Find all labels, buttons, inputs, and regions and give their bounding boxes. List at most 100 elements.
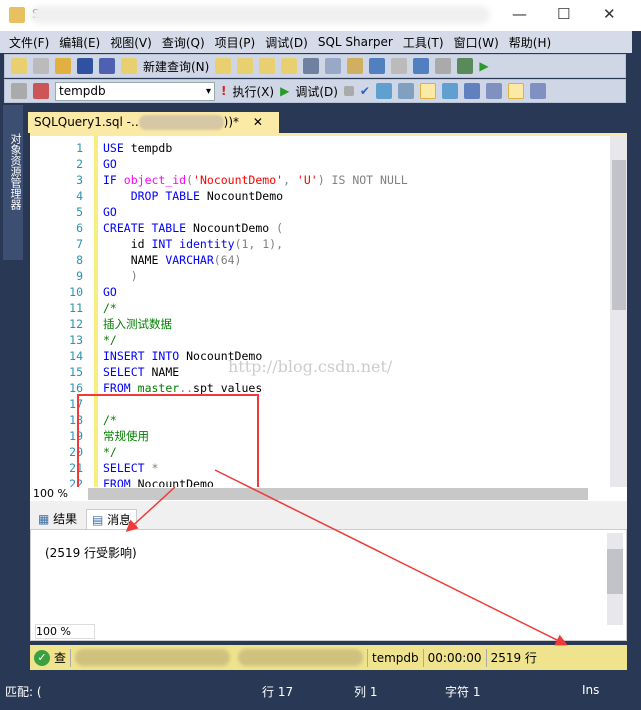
line-number: 21 [69,461,83,475]
line-number: 2 [76,157,83,171]
status-rows: 2519 行 [490,651,537,665]
save-icon[interactable] [77,58,93,74]
code-text: GO [103,284,117,300]
new-query-button[interactable]: 新建查询(N) [143,58,209,75]
close-button[interactable]: ✕ [603,5,616,23]
open-folder-icon[interactable] [55,58,71,74]
client-stats-icon[interactable] [463,83,480,99]
menu-edit[interactable]: 编辑(E) [59,34,100,51]
tab-title: SQLQuery1.sql -.. [34,115,139,129]
blurred-server [75,649,231,666]
menu-debug[interactable]: 调试(D) [265,34,308,51]
object-explorer-tab[interactable]: 对象资源管理器 [3,105,23,260]
code-token: object_id [123,173,187,187]
debug-button[interactable]: 调试(D) [295,83,338,100]
match-status: 匹配: ( [5,685,42,699]
execute-button[interactable]: 执行(X) [232,83,274,100]
parse-check-icon[interactable]: ✔ [360,84,370,98]
new-project-icon[interactable] [11,58,27,74]
menu-file[interactable]: 文件(F) [9,34,49,51]
paste-icon[interactable] [347,58,364,74]
connect-icon[interactable] [11,83,27,99]
add-item-icon[interactable] [33,58,49,74]
menu-project[interactable]: 项目(P) [215,34,256,51]
code-text: IF object_id('NocountDemo', 'U') IS NOT … [103,172,408,188]
menu-bar: 文件(F) 编辑(E) 视图(V) 查询(Q) 项目(P) 调试(D) SQL … [0,31,632,53]
results-to-text-icon[interactable] [485,83,502,99]
line-number: 15 [69,365,83,379]
menu-view[interactable]: 视图(V) [110,34,152,51]
disconnect-icon[interactable] [33,83,49,99]
blurred-title [30,6,490,24]
line-number: 1 [76,141,83,155]
code-token: ) [103,269,138,283]
intellisense-icon[interactable] [419,83,436,99]
editor-horizontal-scrollbar[interactable] [88,488,588,500]
maximize-button[interactable]: ☐ [557,5,570,23]
tab-sqlquery1[interactable]: SQLQuery1.sql -.. ))* ✕ [28,112,279,133]
actual-plan-icon[interactable] [441,83,458,99]
code-text: NAME VARCHAR(64) [103,252,242,268]
query-status-bar: ✓ 查 tempdb 00:00:00 2519 行 [30,645,627,670]
column-status: 列 1 [354,685,378,699]
tab-close-icon[interactable]: ✕ [253,115,263,129]
tab-title-suffix: ))* [223,115,240,129]
code-token: /* [103,301,117,315]
stop-icon[interactable] [343,86,354,96]
ide-status-bar: 匹配: ( 行 17 列 1 字符 1 Ins [0,675,641,705]
tab-messages[interactable]: ▤ 消息 [86,509,138,530]
messages-scrollbar[interactable] [607,533,623,625]
editor-scroll-thumb[interactable] [612,160,626,310]
menu-tools[interactable]: 工具(T) [403,34,444,51]
xmla-query-icon[interactable] [281,58,298,74]
code-token: INT identity [151,237,235,251]
start-icon[interactable]: ▶ [479,59,488,73]
activity-monitor-icon[interactable] [457,58,474,74]
code-token: id [103,237,152,251]
mdx-query-icon[interactable] [237,58,254,74]
line-number: 10 [69,285,83,299]
status-database: tempdb [372,650,419,665]
code-text: */ [103,332,117,348]
success-check-icon: ✓ [34,649,50,666]
tab-results[interactable]: ▦ 结果 [33,509,82,530]
line-number: 3 [76,173,83,187]
code-token: ) IS NOT NULL [317,173,408,187]
messages-pane[interactable]: (2519 行受影响) 100 % [30,529,627,641]
blurred-connection [138,115,224,130]
forward-icon[interactable] [435,58,452,74]
messages-zoom-select[interactable]: 100 % [35,624,95,639]
execution-plan-icon[interactable] [375,83,392,99]
redo-icon[interactable] [391,58,408,74]
line-number: 5 [76,205,83,219]
navigate-icon[interactable] [413,58,430,74]
code-text: DROP TABLE NocountDemo [103,188,283,204]
cut-icon[interactable] [303,58,320,74]
code-token: spt_values [193,381,263,395]
menu-help[interactable]: 帮助(H) [509,34,551,51]
menu-sql-sharper[interactable]: SQL Sharper [318,35,393,49]
undo-icon[interactable] [369,58,386,74]
results-to-file-icon[interactable] [529,83,546,99]
minimize-button[interactable]: — [512,5,527,23]
menu-window[interactable]: 窗口(W) [454,34,499,51]
query-options-icon[interactable] [397,83,414,99]
blurred-user [238,649,364,666]
menu-query[interactable]: 查询(Q) [162,34,205,51]
database-select[interactable]: tempdb [55,81,215,101]
code-token: GO [103,157,117,171]
editor-zoom-select[interactable]: 100 % [33,487,68,500]
code-token: DROP TABLE [130,189,200,203]
line-number: 6 [76,221,83,235]
line-number: 7 [76,237,83,251]
code-token: NocountDemo [199,189,284,203]
results-to-grid-icon[interactable] [507,83,524,99]
title-bar: S — ☐ ✕ [0,0,641,31]
copy-icon[interactable] [325,58,342,74]
dmx-query-icon[interactable] [259,58,276,74]
save-all-icon[interactable] [99,58,115,74]
line-number: 19 [69,429,83,443]
code-token: ( [276,221,284,235]
db-query-icon[interactable] [215,58,232,74]
